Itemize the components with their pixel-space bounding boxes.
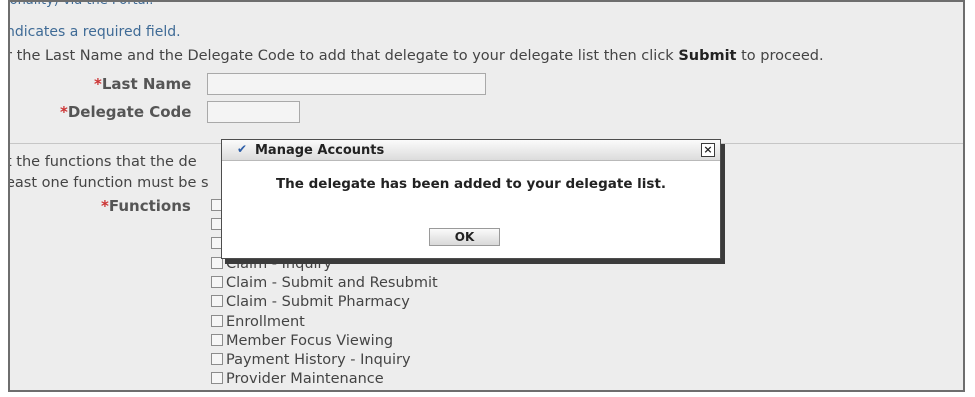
functions-intro-line-2: east one function must be s — [8, 175, 209, 191]
function-item-label: Payment History - Inquiry — [226, 352, 411, 368]
functions-label: *Functions — [101, 197, 191, 215]
last-name-label: *Last Name — [94, 75, 191, 93]
function-checkbox[interactable] — [211, 334, 223, 346]
function-item[interactable]: Provider Maintenance — [211, 371, 384, 387]
required-asterisk: * — [101, 197, 109, 215]
function-item[interactable]: Enrollment — [211, 314, 305, 330]
function-item[interactable]: Claim - Submit and Resubmit — [211, 275, 438, 291]
dialog-message: The delegate has been added to your dele… — [275, 176, 667, 192]
function-checkbox[interactable] — [211, 353, 223, 365]
function-item[interactable]: Claim - Submit Pharmacy — [211, 294, 410, 310]
instruction-text: r the Last Name and the Delegate Code to… — [8, 48, 824, 64]
close-icon[interactable]: × — [701, 143, 715, 157]
function-checkbox[interactable] — [211, 315, 223, 327]
manage-accounts-dialog: ✔ Manage Accounts × The delegate has bee… — [221, 139, 721, 259]
functions-label-text: Functions — [108, 197, 191, 215]
function-item-label: Enrollment — [226, 314, 305, 330]
delegate-code-input[interactable] — [207, 101, 300, 123]
required-asterisk: * — [94, 75, 102, 93]
function-checkbox[interactable] — [211, 276, 223, 288]
delegate-code-label-text: Delegate Code — [67, 103, 192, 121]
last-name-input[interactable] — [207, 73, 486, 95]
dialog-title: Manage Accounts — [255, 143, 385, 158]
function-item[interactable]: Member Focus Viewing — [211, 333, 393, 349]
required-asterisk: * — [60, 103, 68, 121]
last-name-label-text: Last Name — [101, 75, 192, 93]
function-item-label: Provider Maintenance — [226, 371, 384, 387]
functions-intro-line-1: t the functions that the de — [8, 154, 197, 170]
instruction-submit-word: Submit — [678, 48, 737, 64]
checkmark-icon: ✔ — [237, 142, 248, 156]
clipped-intro-text: ionality) via the Portal. — [8, 0, 154, 8]
function-item[interactable]: Payment History - Inquiry — [211, 352, 411, 368]
function-checkbox[interactable] — [211, 295, 223, 307]
instruction-text-pre: r the Last Name and the Delegate Code to… — [8, 48, 679, 64]
delegate-code-label: *Delegate Code — [60, 103, 191, 121]
function-item-label: Claim - Submit Pharmacy — [226, 294, 410, 310]
function-checkbox[interactable] — [211, 372, 223, 384]
instruction-text-post: to proceed. — [736, 48, 824, 64]
function-item-label: Member Focus Viewing — [226, 333, 394, 349]
required-field-note: ndicates a required field. — [8, 24, 181, 40]
function-item-label: Claim - Submit and Resubmit — [226, 275, 438, 291]
dialog-title-bar[interactable]: ✔ Manage Accounts × — [222, 140, 720, 161]
ok-button[interactable]: OK — [429, 228, 500, 246]
